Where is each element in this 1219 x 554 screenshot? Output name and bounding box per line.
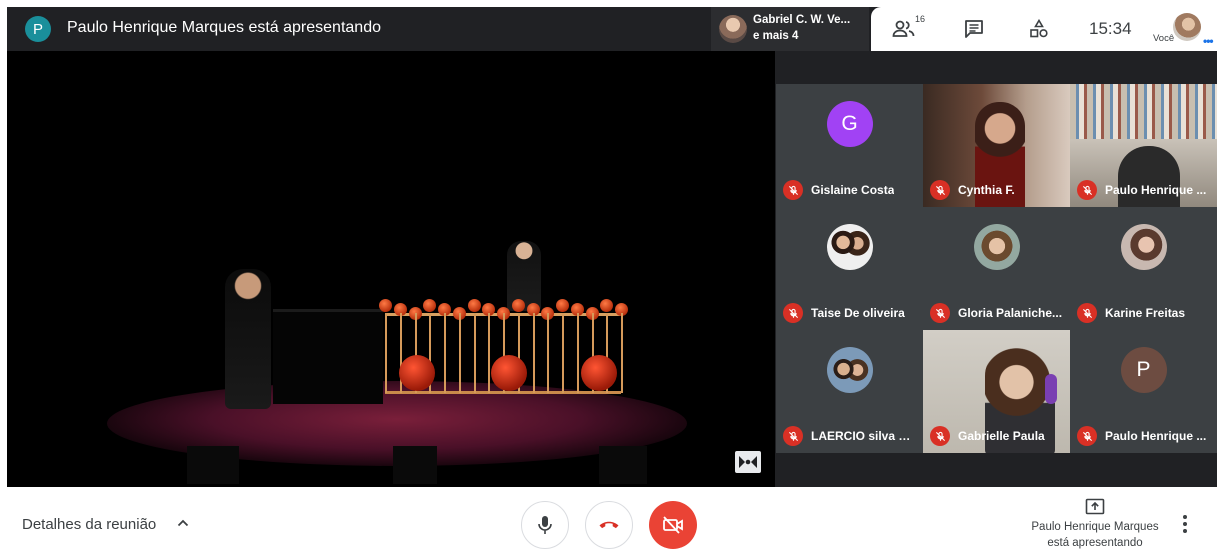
- participant-avatar: [826, 224, 873, 270]
- present-now-icon[interactable]: [1085, 498, 1105, 521]
- participant-name: Karine Freitas: [1105, 306, 1186, 320]
- hangup-icon: [599, 521, 619, 529]
- participant-name: LAERCIO silva e ...: [811, 429, 917, 443]
- stage-speaker: [393, 446, 437, 484]
- presenting-status-suffix: está apresentando: [1047, 537, 1143, 549]
- instrument-rod: [547, 313, 550, 393]
- instrument-ball: [511, 299, 525, 312]
- mic-off-icon: [930, 180, 950, 200]
- mic-off-icon: [930, 426, 950, 446]
- chevron-up-icon[interactable]: [176, 516, 190, 535]
- instrument-ball: [467, 299, 481, 312]
- mic-off-icon: [783, 426, 803, 446]
- instrument-rod: [621, 313, 623, 393]
- participant-tile[interactable]: Karine Freitas: [1070, 207, 1217, 330]
- participant-name: Gloria Palaniche...: [958, 306, 1063, 320]
- participant-tile[interactable]: Taise De oliveira: [776, 207, 923, 330]
- chat-icon[interactable]: [959, 15, 989, 43]
- pianist-figure: [225, 269, 271, 409]
- mic-button[interactable]: [521, 501, 569, 549]
- presenter-title: Paulo Henrique Marques está apresentando: [67, 19, 381, 36]
- instrument-large-ball: [581, 355, 617, 391]
- instrument-large-ball: [491, 355, 527, 391]
- participant-name: Cynthia F.: [958, 183, 1015, 197]
- instrument-ball: [600, 299, 614, 312]
- instrument-rod: [444, 313, 446, 393]
- instrument-rod: [385, 313, 387, 393]
- people-count: 16: [915, 14, 926, 24]
- speaker-more-count: e mais 4: [753, 30, 799, 42]
- presented-video: [7, 51, 775, 487]
- participant-tile[interactable]: P Paulo Henrique ...: [1070, 330, 1217, 453]
- participant-avatar: P: [1120, 347, 1167, 393]
- hangup-button[interactable]: [585, 501, 633, 549]
- top-bar: P Paulo Henrique Marques está apresentan…: [7, 7, 1217, 51]
- presenter-avatar: P: [25, 16, 51, 42]
- top-right-toolbar: 16 15:34 Você •••: [871, 7, 1217, 51]
- speaker-avatar: [719, 15, 747, 43]
- speaker-name: Gabriel C. W. Ve...: [753, 14, 851, 26]
- participant-name: Taise De oliveira: [811, 306, 905, 320]
- mic-off-icon: [1077, 180, 1097, 200]
- camera-off-icon: [663, 516, 683, 534]
- meeting-details-link[interactable]: Detalhes da reunião: [22, 516, 156, 533]
- participant-tile[interactable]: Paulo Henrique ...: [1070, 84, 1217, 207]
- instrument-ball: [556, 299, 569, 312]
- percussion-instrument: [379, 291, 629, 411]
- instrument-rod: [458, 313, 461, 393]
- instrument-rod: [488, 313, 491, 393]
- participant-avatar: [1120, 224, 1167, 270]
- participant-avatar: [973, 224, 1020, 270]
- participant-tile[interactable]: Gloria Palaniche...: [923, 207, 1070, 330]
- piano: [273, 309, 383, 404]
- stage-speaker: [187, 446, 239, 484]
- instrument-rod: [562, 313, 564, 393]
- pip-icon[interactable]: [735, 451, 761, 473]
- clock: 15:34: [1089, 19, 1132, 38]
- instrument-large-ball: [399, 355, 435, 391]
- participant-name: Paulo Henrique ...: [1105, 429, 1207, 443]
- participant-tile[interactable]: Gabrielle Paula: [923, 330, 1070, 453]
- participant-name: Paulo Henrique ...: [1105, 183, 1207, 197]
- mic-icon: [538, 516, 552, 534]
- presenting-status: Paulo Henrique Marques: [1031, 521, 1159, 533]
- you-label: Você: [1153, 33, 1175, 44]
- instrument-ball: [423, 299, 437, 312]
- participant-name: Gislaine Costa: [811, 183, 895, 197]
- stage-speaker: [599, 446, 647, 484]
- mic-off-icon: [783, 303, 803, 323]
- participant-grid: G Gislaine Costa Cynthia F. Paulo Henriq…: [776, 84, 1217, 454]
- instrument-rod: [473, 313, 476, 393]
- camera-off-button[interactable]: [649, 501, 697, 549]
- participant-avatar: [826, 347, 873, 393]
- participant-tile[interactable]: LAERCIO silva e ...: [776, 330, 923, 453]
- mic-off-icon: [783, 180, 803, 200]
- participant-name: Gabrielle Paula: [958, 429, 1045, 443]
- participant-tile[interactable]: G Gislaine Costa: [776, 84, 923, 207]
- meet-window: P Paulo Henrique Marques está apresentan…: [0, 0, 1219, 554]
- activities-icon[interactable]: [1024, 15, 1054, 43]
- participant-tile[interactable]: Cynthia F.: [923, 84, 1070, 207]
- mic-off-icon: [1077, 303, 1097, 323]
- mic-off-icon: [930, 303, 950, 323]
- more-dots-icon: •••: [1203, 34, 1214, 48]
- active-speakers[interactable]: Gabriel C. W. Ve... e mais 4: [711, 7, 869, 51]
- instrument-ball: [379, 299, 392, 312]
- instrument-rod: [576, 313, 579, 393]
- headphones: [1045, 374, 1057, 404]
- more-options-icon[interactable]: [1181, 514, 1189, 539]
- participant-avatar: G: [826, 101, 873, 147]
- self-avatar[interactable]: [1173, 13, 1201, 41]
- mic-off-icon: [1077, 426, 1097, 446]
- instrument-rod: [532, 313, 535, 393]
